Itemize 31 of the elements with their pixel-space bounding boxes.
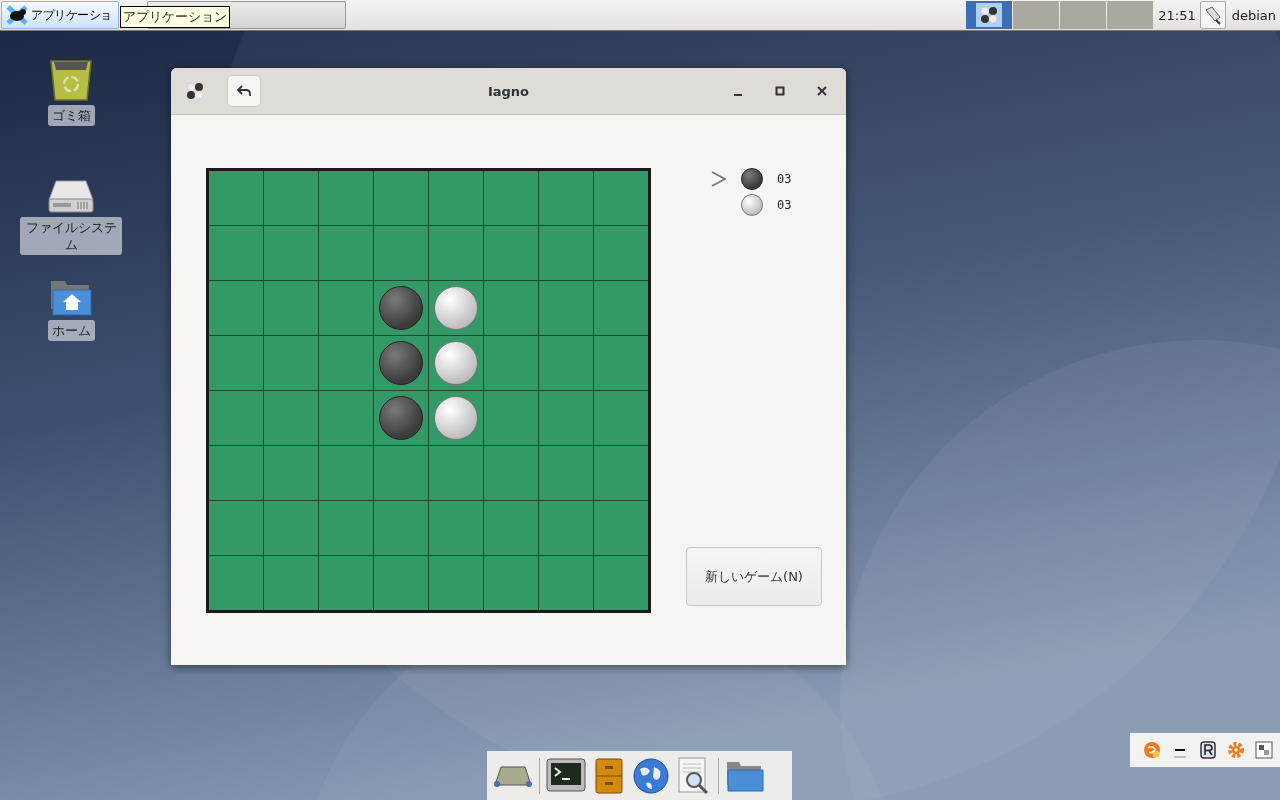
r-key-icon[interactable]	[1199, 741, 1217, 759]
app-icon	[185, 81, 205, 101]
discs-icon	[979, 5, 1000, 25]
undo-icon	[237, 85, 251, 97]
hard-drive-icon	[48, 178, 94, 214]
minimize-icon	[734, 94, 742, 96]
game-board[interactable]	[206, 168, 651, 613]
clock: 21:51	[1158, 7, 1196, 23]
desktop-icon-label[interactable]: ホーム	[47, 320, 95, 341]
cabinet-icon[interactable]	[592, 756, 626, 795]
input-method-icon[interactable]	[1143, 741, 1161, 759]
close-icon	[817, 86, 827, 96]
maximize-icon	[775, 86, 785, 96]
undo-button[interactable]	[227, 75, 261, 107]
score: 03	[777, 198, 792, 212]
home-folder-icon	[49, 279, 93, 317]
new-game-button[interactable]: 新しいゲーム(N)	[686, 547, 822, 606]
device-button[interactable]	[1199, 1, 1226, 29]
user-name: debian	[1231, 7, 1276, 23]
tooltip: アプリケーション	[120, 6, 230, 28]
gear-icon[interactable]	[1227, 741, 1245, 759]
window-switcher-icon[interactable]	[1255, 741, 1273, 759]
applications-menu-button[interactable]: アプリケーショ	[1, 1, 119, 29]
window-title: Iagno	[487, 83, 530, 99]
score: 03	[777, 172, 792, 186]
desktop-icon-label[interactable]: ゴミ箱	[47, 105, 95, 126]
desktop-icon-label[interactable]: ファイルシステム	[20, 217, 122, 255]
workspace-button[interactable]	[966, 1, 1013, 29]
terminal-icon[interactable]	[546, 757, 586, 794]
mouse-icon	[6, 5, 28, 25]
globe-icon[interactable]	[632, 756, 670, 795]
